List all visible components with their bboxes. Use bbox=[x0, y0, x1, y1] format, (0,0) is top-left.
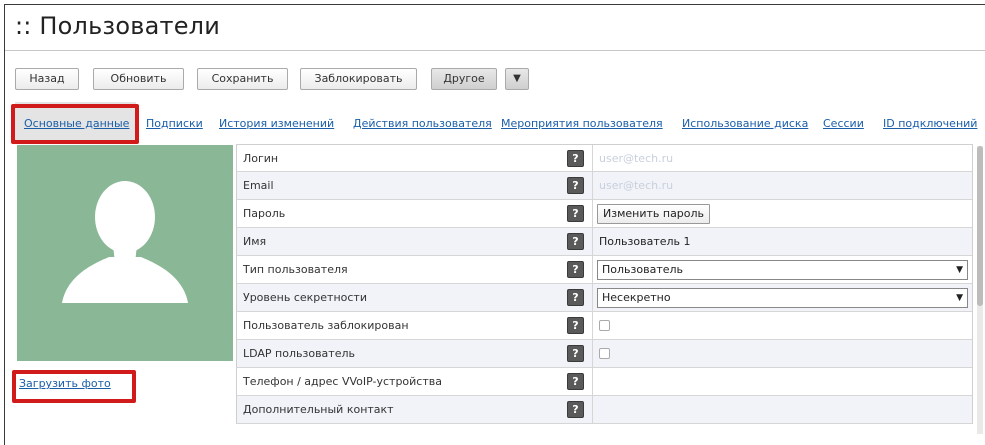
user-type-label: Тип пользователя bbox=[243, 263, 348, 276]
column-divider bbox=[592, 228, 593, 255]
column-divider bbox=[592, 145, 593, 171]
secrecy-selected: Несекретно bbox=[602, 291, 671, 304]
help-icon[interactable]: ? bbox=[567, 373, 584, 390]
row-extra-contact: Дополнительный контакт ? bbox=[236, 396, 973, 424]
email-value: user@tech.ru bbox=[599, 179, 674, 192]
row-password: Пароль ? Изменить пароль bbox=[236, 200, 973, 228]
login-label: Логин bbox=[243, 152, 279, 165]
column-divider bbox=[592, 312, 593, 339]
row-name: Имя ? Пользователь 1 bbox=[236, 228, 973, 256]
other-dropdown-arrow-icon[interactable]: ▼ bbox=[505, 68, 529, 90]
help-icon[interactable]: ? bbox=[567, 205, 584, 222]
back-button[interactable]: Назад bbox=[15, 68, 79, 90]
other-button[interactable]: Другое bbox=[431, 68, 497, 90]
extra-contact-label: Дополнительный контакт bbox=[243, 403, 394, 416]
user-type-selected: Пользователь bbox=[602, 263, 684, 276]
email-label: Email bbox=[243, 179, 274, 192]
help-icon[interactable]: ? bbox=[567, 317, 584, 334]
help-icon[interactable]: ? bbox=[567, 289, 584, 306]
login-value: user@tech.ru bbox=[599, 152, 674, 165]
row-user-type: Тип пользователя ? Пользователь ▼ bbox=[236, 256, 973, 284]
title-divider bbox=[5, 50, 985, 51]
caret-down-icon: ▼ bbox=[956, 293, 963, 303]
column-divider bbox=[592, 256, 593, 283]
highlight-box-upload bbox=[12, 370, 136, 403]
scrollbar-thumb[interactable] bbox=[977, 146, 983, 306]
user-silhouette-icon bbox=[62, 181, 188, 303]
secrecy-select[interactable]: Несекретно ▼ bbox=[597, 288, 968, 308]
tab-connection-ids[interactable]: ID подключений bbox=[883, 117, 977, 130]
change-password-button[interactable]: Изменить пароль bbox=[597, 204, 711, 224]
help-icon[interactable]: ? bbox=[567, 345, 584, 362]
column-divider bbox=[592, 368, 593, 395]
tab-subscriptions[interactable]: Подписки bbox=[146, 117, 203, 130]
column-divider bbox=[592, 172, 593, 199]
help-icon[interactable]: ? bbox=[567, 261, 584, 278]
refresh-button[interactable]: Обновить bbox=[93, 68, 184, 90]
column-divider bbox=[592, 396, 593, 423]
tab-disk-usage[interactable]: Использование диска bbox=[682, 117, 808, 130]
column-divider bbox=[592, 284, 593, 311]
help-icon[interactable]: ? bbox=[567, 233, 584, 250]
column-divider bbox=[592, 340, 593, 367]
help-icon[interactable]: ? bbox=[567, 401, 584, 418]
column-divider bbox=[592, 200, 593, 227]
help-icon[interactable]: ? bbox=[567, 150, 584, 167]
highlight-box-main-tab bbox=[11, 104, 139, 144]
secrecy-label: Уровень секретности bbox=[243, 291, 367, 304]
row-email: Email ? user@tech.ru bbox=[236, 172, 973, 200]
row-ldap: LDAP пользователь ? bbox=[236, 340, 973, 368]
page-title: :: Пользователи bbox=[15, 12, 220, 40]
blocked-checkbox[interactable] bbox=[599, 320, 610, 331]
ldap-label: LDAP пользователь bbox=[243, 347, 355, 360]
blocked-label: Пользователь заблокирован bbox=[243, 319, 409, 332]
help-icon[interactable]: ? bbox=[567, 177, 584, 194]
name-value[interactable]: Пользователь 1 bbox=[599, 235, 691, 248]
user-form: Логин ? user@tech.ru Email ? user@tech.r… bbox=[236, 144, 973, 424]
row-phone: Телефон / адрес VVoIP-устройства ? bbox=[236, 368, 973, 396]
tab-user-events[interactable]: Мероприятия пользователя bbox=[501, 117, 663, 130]
row-blocked: Пользователь заблокирован ? bbox=[236, 312, 973, 340]
row-login: Логин ? user@tech.ru bbox=[236, 144, 973, 172]
phone-label: Телефон / адрес VVoIP-устройства bbox=[243, 375, 442, 388]
tab-sessions[interactable]: Сессии bbox=[823, 117, 864, 130]
tab-user-actions[interactable]: Действия пользователя bbox=[353, 117, 492, 130]
caret-down-icon: ▼ bbox=[956, 265, 963, 275]
row-secrecy: Уровень секретности ? Несекретно ▼ bbox=[236, 284, 973, 312]
password-label: Пароль bbox=[243, 207, 286, 220]
user-type-select[interactable]: Пользователь ▼ bbox=[597, 260, 968, 280]
name-label: Имя bbox=[243, 235, 267, 248]
save-button[interactable]: Сохранить bbox=[197, 68, 288, 90]
ldap-checkbox[interactable] bbox=[599, 348, 610, 359]
tab-change-history[interactable]: История изменений bbox=[219, 117, 334, 130]
user-photo bbox=[17, 145, 233, 361]
block-button[interactable]: Заблокировать bbox=[300, 68, 417, 90]
